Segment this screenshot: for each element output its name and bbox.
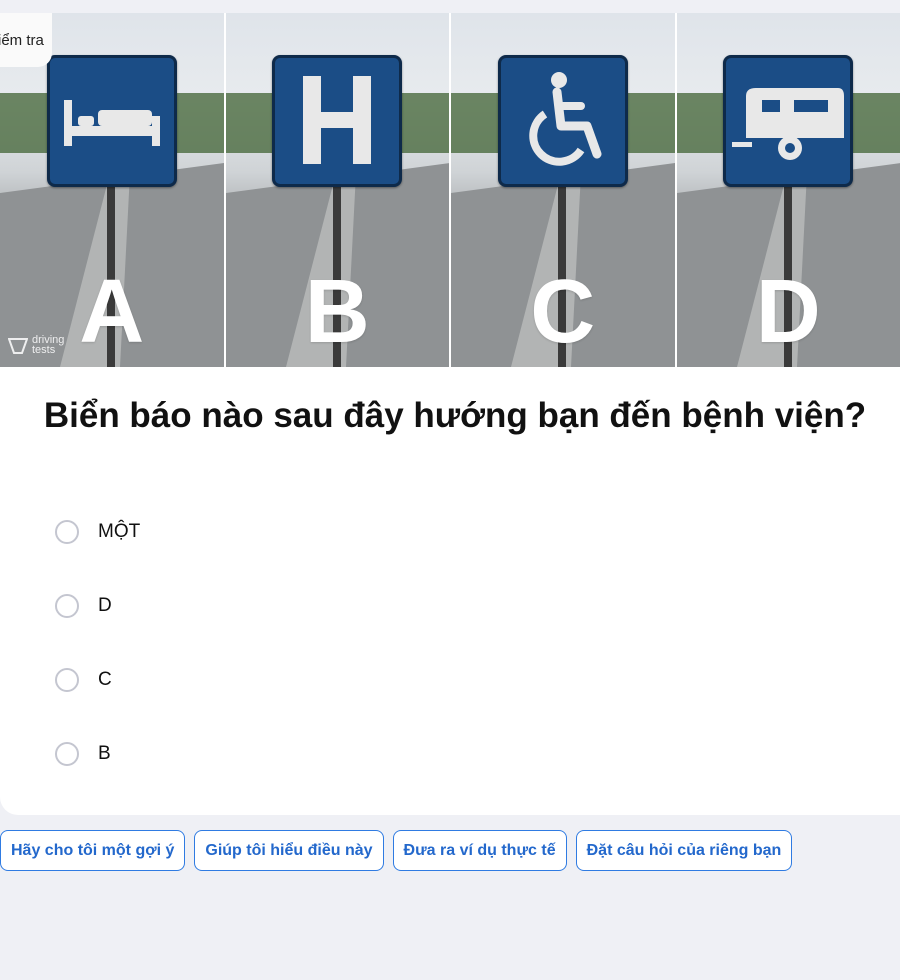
caravan-icon — [732, 88, 845, 160]
sign-image-strip: A B C D — [0, 13, 900, 367]
question-title: Biển báo nào sau đây hướng bạn đến bệnh … — [43, 396, 867, 435]
answer-label: C — [98, 669, 112, 690]
suggestion-chips: Hãy cho tôi một gợi ý Giúp tôi hiểu điều… — [0, 830, 793, 871]
hospital-h-icon — [303, 76, 372, 164]
sign-letter: C — [530, 262, 596, 362]
radio-button[interactable] — [55, 742, 79, 766]
real-example-button[interactable]: Đưa ra ví dụ thực tế — [392, 830, 567, 871]
bed-icon — [63, 100, 160, 146]
answer-label: MỘT — [98, 521, 141, 542]
explain-button[interactable]: Giúp tôi hiểu điều này — [194, 830, 384, 871]
logo-icon — [8, 338, 28, 354]
answer-option[interactable]: B — [55, 717, 140, 791]
tab-label: Kiểm tra — [0, 13, 52, 67]
tab-label-text: Kiểm tra — [0, 32, 44, 49]
answer-label: B — [98, 743, 111, 764]
sign-panel-c: C — [451, 13, 675, 367]
answer-option[interactable]: D — [55, 569, 140, 643]
sign-a — [46, 55, 177, 187]
ask-own-question-button[interactable]: Đặt câu hỏi của riêng bạn — [575, 830, 793, 871]
radio-button[interactable] — [55, 668, 79, 692]
sign-d — [723, 55, 854, 187]
watermark-line2: tests — [32, 344, 56, 356]
answer-option[interactable]: C — [55, 643, 140, 717]
sign-b — [272, 55, 403, 187]
hint-button[interactable]: Hãy cho tôi một gợi ý — [0, 830, 186, 871]
watermark-logo: driving tests — [8, 335, 64, 356]
answer-option[interactable]: MỘT — [55, 495, 140, 569]
sign-letter: D — [755, 262, 821, 362]
sign-panel-b: B — [225, 13, 449, 367]
sign-c — [497, 55, 628, 187]
answer-label: D — [98, 595, 112, 616]
radio-button[interactable] — [55, 594, 79, 618]
answer-options: MỘT D C B — [55, 495, 140, 791]
wheelchair-icon — [529, 72, 602, 166]
sign-letter: B — [304, 262, 370, 362]
radio-button[interactable] — [55, 520, 79, 544]
sign-panel-d: D — [676, 13, 900, 367]
